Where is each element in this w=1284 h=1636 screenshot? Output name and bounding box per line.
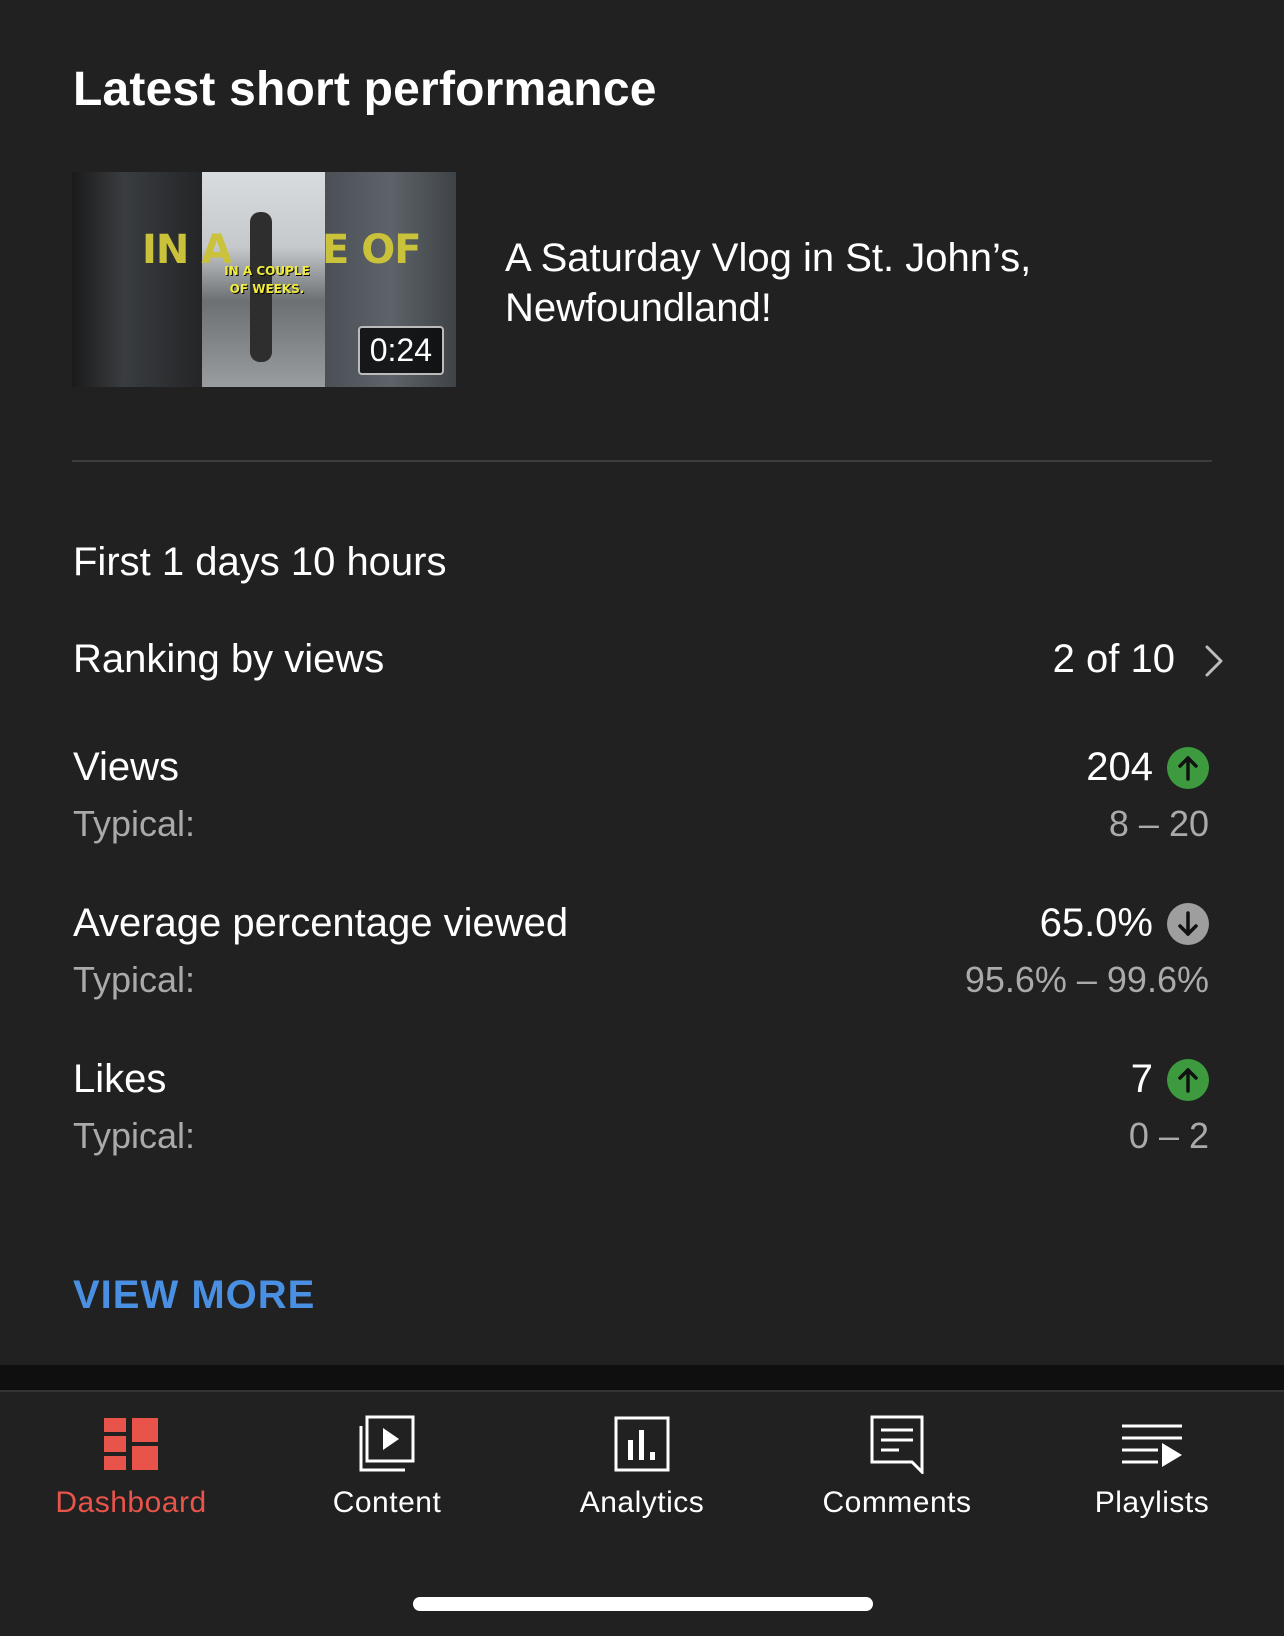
metric-label: Views (73, 745, 179, 789)
metric-average-percentage-viewed: Average percentage viewed 65.0% Typical:… (73, 901, 1213, 1011)
section-gap (0, 1365, 1284, 1390)
metric-value: 7 (1130, 1057, 1153, 1101)
typical-value: 95.6% – 99.6% (964, 959, 1209, 1000)
nav-label: Content (332, 1486, 442, 1519)
typical-label: Typical: (73, 1115, 196, 1156)
duration-badge: 0:24 (357, 326, 444, 375)
thumbnail-panel-left (72, 172, 202, 387)
playlists-icon (1122, 1424, 1182, 1467)
divider (72, 460, 1212, 462)
nav-item-analytics[interactable]: Analytics (514, 1392, 770, 1532)
thumbnail-text-left: IN A (142, 227, 232, 273)
nav-label: Dashboard (55, 1486, 207, 1519)
dashboard-icon (104, 1418, 158, 1470)
metric-label: Likes (73, 1057, 167, 1101)
nav-item-comments[interactable]: Comments (769, 1392, 1025, 1532)
metric-likes: Likes 7 Typical: 0 – 2 (73, 1057, 1213, 1167)
nav-item-dashboard[interactable]: Dashboard (3, 1392, 259, 1532)
metric-value: 65.0% (1039, 901, 1153, 945)
arrow-up-icon (1167, 747, 1209, 789)
comments-icon (870, 1415, 924, 1474)
metric-label: Average percentage viewed (73, 901, 569, 945)
thumbnail-caption: IN A COUPLE OF WEEKS. (224, 264, 310, 296)
metric-value: 204 (1086, 745, 1153, 789)
period-label: First 1 days 10 hours (73, 540, 447, 584)
arrow-down-icon (1167, 903, 1209, 945)
metric-views: Views 204 Typical: 8 – 20 (73, 745, 1213, 855)
video-thumbnail[interactable]: IN A E OF IN A COUPLE OF WEEKS. 0:24 (72, 172, 456, 387)
chevron-right-icon (1205, 645, 1223, 677)
typical-label: Typical: (73, 803, 196, 844)
video-title[interactable]: A Saturday Vlog in St. John’s, Newfoundl… (505, 233, 1205, 333)
typical-label: Typical: (73, 959, 196, 1000)
thumbnail-text-right: E OF (322, 227, 422, 273)
nav-label: Playlists (1094, 1486, 1210, 1519)
analytics-icon (614, 1416, 670, 1472)
latest-short-card: Latest short performance IN A E OF IN A … (0, 0, 1284, 1365)
typical-value: 8 – 20 (1108, 803, 1209, 844)
nav-label: Analytics (579, 1486, 705, 1519)
home-indicator[interactable] (413, 1597, 873, 1611)
ranking-value: 2 of 10 (1052, 637, 1175, 681)
ranking-row[interactable]: Ranking by views 2 of 10 (73, 637, 1233, 693)
typical-value: 0 – 2 (1128, 1115, 1209, 1156)
ranking-label: Ranking by views (73, 637, 385, 681)
view-more-button[interactable]: VIEW MORE (73, 1273, 315, 1318)
card-title: Latest short performance (73, 63, 657, 116)
nav-item-playlists[interactable]: Playlists (1024, 1392, 1280, 1532)
content-icon (359, 1415, 415, 1472)
nav-item-content[interactable]: Content (259, 1392, 515, 1532)
arrow-up-icon (1167, 1059, 1209, 1101)
nav-label: Comments (822, 1486, 972, 1519)
app-screen: Latest short performance IN A E OF IN A … (0, 0, 1284, 1636)
